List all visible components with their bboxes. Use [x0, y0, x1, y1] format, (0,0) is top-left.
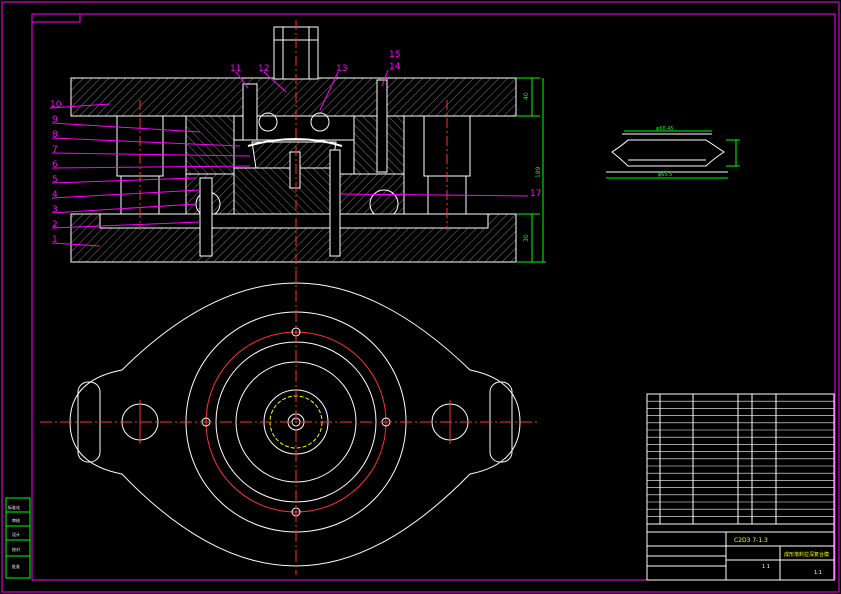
- drawing-code: C2D3 7-1.3: [734, 537, 768, 544]
- part-drawing: φ66.45 φ65.5: [606, 126, 740, 179]
- label-2: 2: [52, 220, 58, 230]
- part-dim-bottom: φ65.5: [658, 172, 672, 178]
- dim-total-height: 189: [535, 166, 542, 178]
- bolt-center: [329, 149, 341, 257]
- label-6: 6: [52, 160, 58, 170]
- stamp-0: 标准化: [8, 504, 20, 510]
- stamp-4: 批准: [12, 563, 20, 569]
- label-15: 15: [389, 50, 400, 60]
- drawing-name: 成形落料拉深复合模: [784, 551, 829, 558]
- sheet-info: 1 1: [762, 564, 770, 570]
- stamp-2: 设计: [12, 531, 20, 537]
- stamp-3: 校对: [12, 546, 20, 552]
- label-12: 12: [258, 64, 269, 74]
- bom-rows: [647, 400, 834, 517]
- plan-view: [40, 270, 540, 575]
- left-stamps: 标准化 审核 设计 校对 批准: [5, 497, 31, 579]
- section-view: 40 30 189: [70, 20, 546, 270]
- stamp-1: 审核: [12, 517, 20, 523]
- bolt-left: [199, 177, 213, 257]
- label-17: 17: [530, 189, 541, 199]
- cad-drawing-canvas: 40 30 189 10 9 8 7 6 5 4 3 2 1 11 12 13 …: [1, 1, 840, 593]
- die-outline: [69, 282, 521, 567]
- label-11: 11: [230, 64, 241, 74]
- lower-die: [233, 167, 335, 215]
- title-block: C2D3 7-1.3 成形落料拉深复合模 1 1 1:1: [646, 393, 835, 581]
- label-14: 14: [389, 62, 401, 72]
- part-dim-top: φ66.45: [656, 126, 674, 132]
- label-5: 5: [52, 175, 58, 185]
- label-3: 3: [52, 205, 58, 215]
- label-10: 10: [50, 100, 62, 110]
- corner-code-box: [31, 13, 81, 23]
- label-4: 4: [52, 190, 58, 200]
- upper-die-plate: [70, 77, 517, 117]
- dim-base-plate: 30: [523, 234, 530, 242]
- dim-top-plate: 40: [523, 92, 530, 100]
- scale-info: 1:1: [814, 570, 822, 576]
